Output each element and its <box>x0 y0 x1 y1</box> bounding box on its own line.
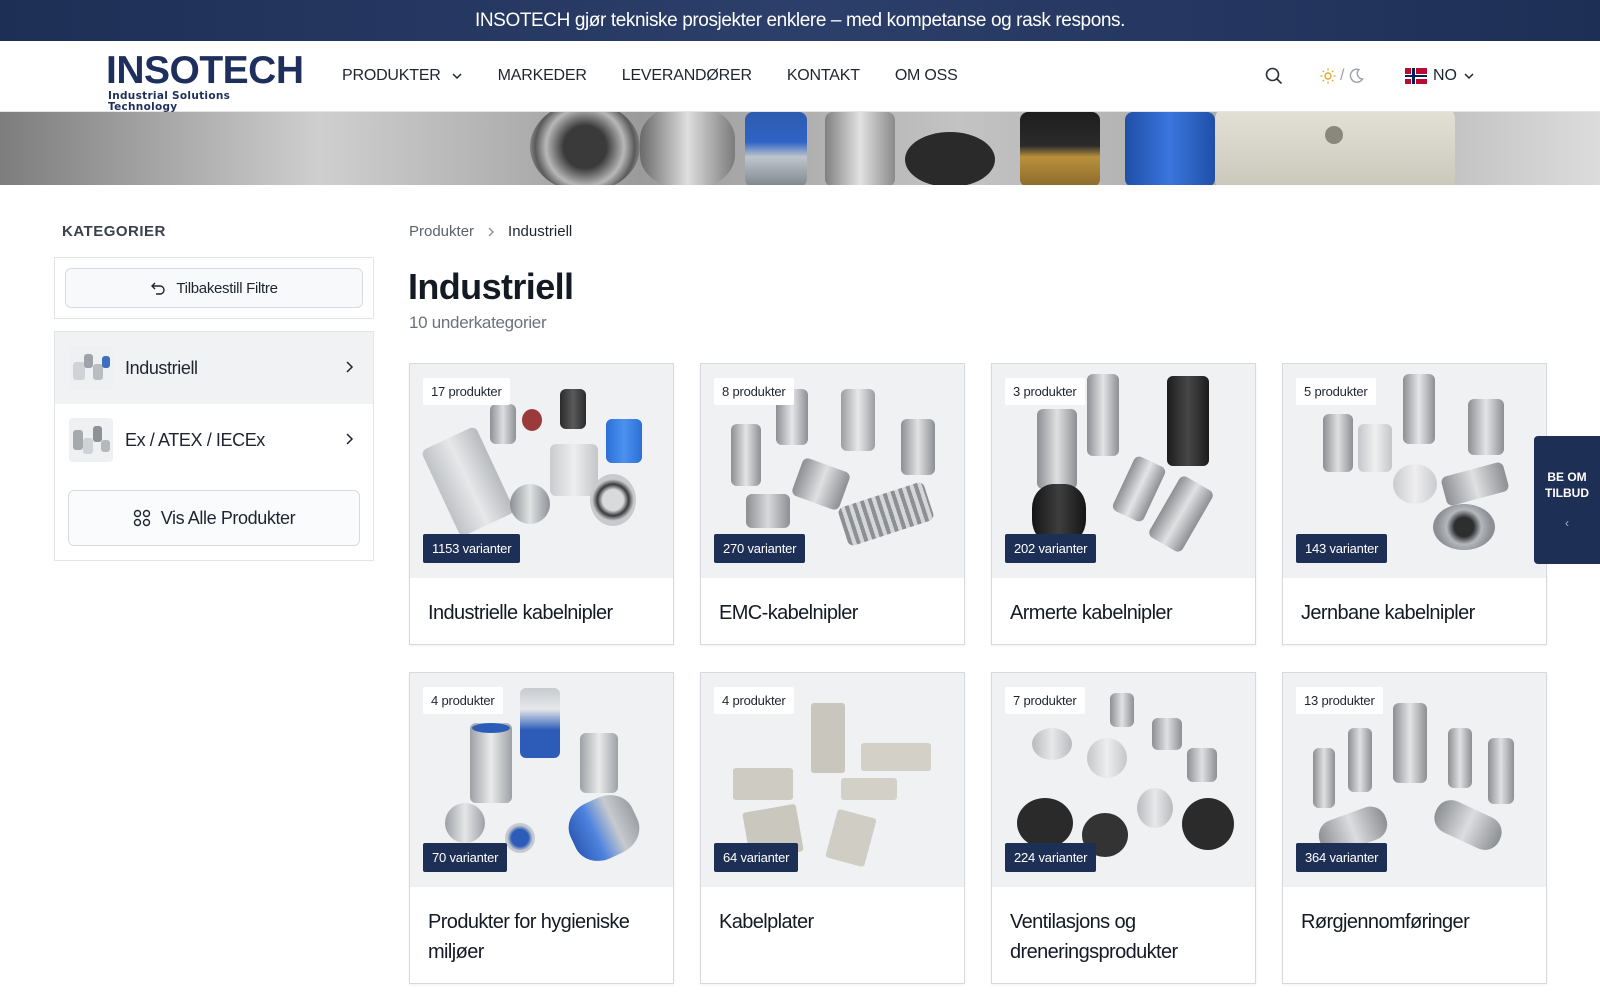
variant-count-badge: 143 varianter <box>1296 534 1388 563</box>
product-card[interactable]: 5 produkter 143 varianter Jernbane kabel… <box>1282 363 1547 645</box>
reset-filters-panel: Tilbakestill Filtre <box>54 257 374 319</box>
product-count-badge: 8 produkter <box>714 378 794 405</box>
category-thumbnail <box>69 346 113 390</box>
chevron-right-icon <box>488 227 495 236</box>
chevron-left-icon: ‹ <box>1565 516 1569 530</box>
product-count-badge: 17 produkter <box>423 378 510 405</box>
undo-icon <box>151 282 166 295</box>
chevron-right-icon <box>346 361 354 373</box>
product-count-badge: 4 produkter <box>423 687 503 714</box>
product-count-badge: 7 produkter <box>1005 687 1085 714</box>
variant-count-badge: 364 varianter <box>1296 843 1388 872</box>
quote-tab-line2: TILBUD <box>1545 486 1589 500</box>
variant-count-badge: 270 varianter <box>714 534 806 563</box>
nav-label: OM OSS <box>894 67 958 84</box>
product-card[interactable]: 8 produkter 270 varianter EMC-kabelniple… <box>700 363 965 645</box>
announcement-bar: INSOTECH gjør tekniske prosjekter enkler… <box>0 0 1600 41</box>
nav-produkter[interactable]: PRODUKTER <box>342 67 463 85</box>
reset-filters-button[interactable]: Tilbakestill Filtre <box>65 268 363 308</box>
nav-kontakt[interactable]: KONTAKT <box>787 67 860 85</box>
sun-icon <box>1320 68 1336 84</box>
product-name: Kabelplater <box>719 911 814 933</box>
nav-label: PRODUKTER <box>342 67 441 84</box>
product-name: Ventilasjons og dreneringsprodukter <box>1010 911 1178 963</box>
breadcrumb-parent-link[interactable]: Produkter <box>409 223 474 240</box>
nav-label: LEVERANDØRER <box>621 67 752 84</box>
hero-banner-image <box>0 112 1600 185</box>
reset-filters-label: Tilbakestill Filtre <box>176 279 278 297</box>
breadcrumb: Produkter Industriell <box>409 223 572 240</box>
product-name: Jernbane kabelnipler <box>1301 602 1475 624</box>
request-quote-tab[interactable]: BE OM TILBUD ‹ <box>1534 436 1600 564</box>
search-button[interactable] <box>1265 41 1283 111</box>
chevron-down-icon <box>1464 73 1474 80</box>
variant-count-badge: 224 varianter <box>1005 843 1097 872</box>
product-card[interactable]: 13 produkter 364 varianter Rørgjennomfør… <box>1282 672 1547 984</box>
product-name: Armerte kabelnipler <box>1010 602 1173 624</box>
product-card[interactable]: 3 produkter 202 varianter Armerte kabeln… <box>991 363 1256 645</box>
category-thumbnail <box>69 418 113 462</box>
categories-heading: KATEGORIER <box>62 223 166 240</box>
moon-icon <box>1350 68 1365 83</box>
language-selector[interactable]: NO <box>1405 41 1475 111</box>
view-all-label: Vis Alle Produkter <box>160 507 296 528</box>
product-count-badge: 4 produkter <box>714 687 794 714</box>
announcement-text: INSOTECH gjør tekniske prosjekter enkler… <box>474 9 1126 31</box>
search-icon <box>1265 67 1283 85</box>
product-card[interactable]: 4 produkter 70 varianter Produkter for h… <box>409 672 674 984</box>
nav-om-oss[interactable]: OM OSS <box>895 67 958 85</box>
product-count-badge: 5 produkter <box>1296 378 1376 405</box>
subcategory-count: 10 underkategorier <box>409 313 547 332</box>
view-all-products-button[interactable]: Vis Alle Produkter <box>68 490 360 546</box>
language-code: NO <box>1433 67 1457 84</box>
breadcrumb-current: Industriell <box>508 223 573 240</box>
site-header: INSOTECH Industrial Solutions Technology… <box>0 41 1600 113</box>
variant-count-badge: 1153 varianter <box>423 534 521 563</box>
logo[interactable]: INSOTECH Industrial Solutions Technology <box>106 49 304 113</box>
variant-count-badge: 64 varianter <box>714 843 799 872</box>
product-count-badge: 13 produkter <box>1296 687 1383 714</box>
product-name: Produkter for hygieniske miljøer <box>428 911 630 963</box>
variant-count-badge: 70 varianter <box>423 843 508 872</box>
nav-label: MARKEDER <box>497 67 587 84</box>
theme-toggle[interactable]: / <box>1320 41 1365 111</box>
product-name: Industrielle kabelnipler <box>428 602 613 624</box>
nav-leverandorer[interactable]: LEVERANDØRER <box>622 67 752 85</box>
chevron-down-icon <box>452 73 462 80</box>
page-title: Industriell <box>408 266 574 307</box>
product-card[interactable]: 17 produkter 1153 varianter Industrielle… <box>409 363 674 645</box>
nav-label: KONTAKT <box>786 67 860 84</box>
logo-name: INSOTECH <box>106 49 304 92</box>
variant-count-badge: 202 varianter <box>1005 534 1097 563</box>
category-label: Ex / ATEX / IECEx <box>125 429 265 450</box>
product-card[interactable]: 4 produkter 64 varianter Kabelplater <box>700 672 965 984</box>
product-name: Rørgjennomføringer <box>1301 911 1470 933</box>
nav-markeder[interactable]: MARKEDER <box>498 67 587 85</box>
category-label: Industriell <box>125 357 198 378</box>
category-ex-atex-iecex[interactable]: Ex / ATEX / IECEx <box>55 404 373 476</box>
category-list: Industriell Ex / ATEX / IECEx Vis Alle P… <box>54 331 374 561</box>
norway-flag-icon <box>1405 68 1427 84</box>
grid-icon <box>133 509 150 527</box>
logo-tagline: Industrial Solutions Technology <box>108 90 231 113</box>
product-card[interactable]: 7 produkter 224 varianter Ventilasjons o… <box>991 672 1256 984</box>
chevron-right-icon <box>346 433 354 445</box>
product-name: EMC-kabelnipler <box>719 602 858 624</box>
main-nav: PRODUKTER MARKEDER LEVERANDØRER KONTAKT … <box>342 41 993 111</box>
product-count-badge: 3 produkter <box>1005 378 1085 405</box>
quote-tab-line1: BE OM <box>1547 470 1587 484</box>
theme-separator: / <box>1340 67 1345 84</box>
category-industriell[interactable]: Industriell <box>55 332 373 404</box>
